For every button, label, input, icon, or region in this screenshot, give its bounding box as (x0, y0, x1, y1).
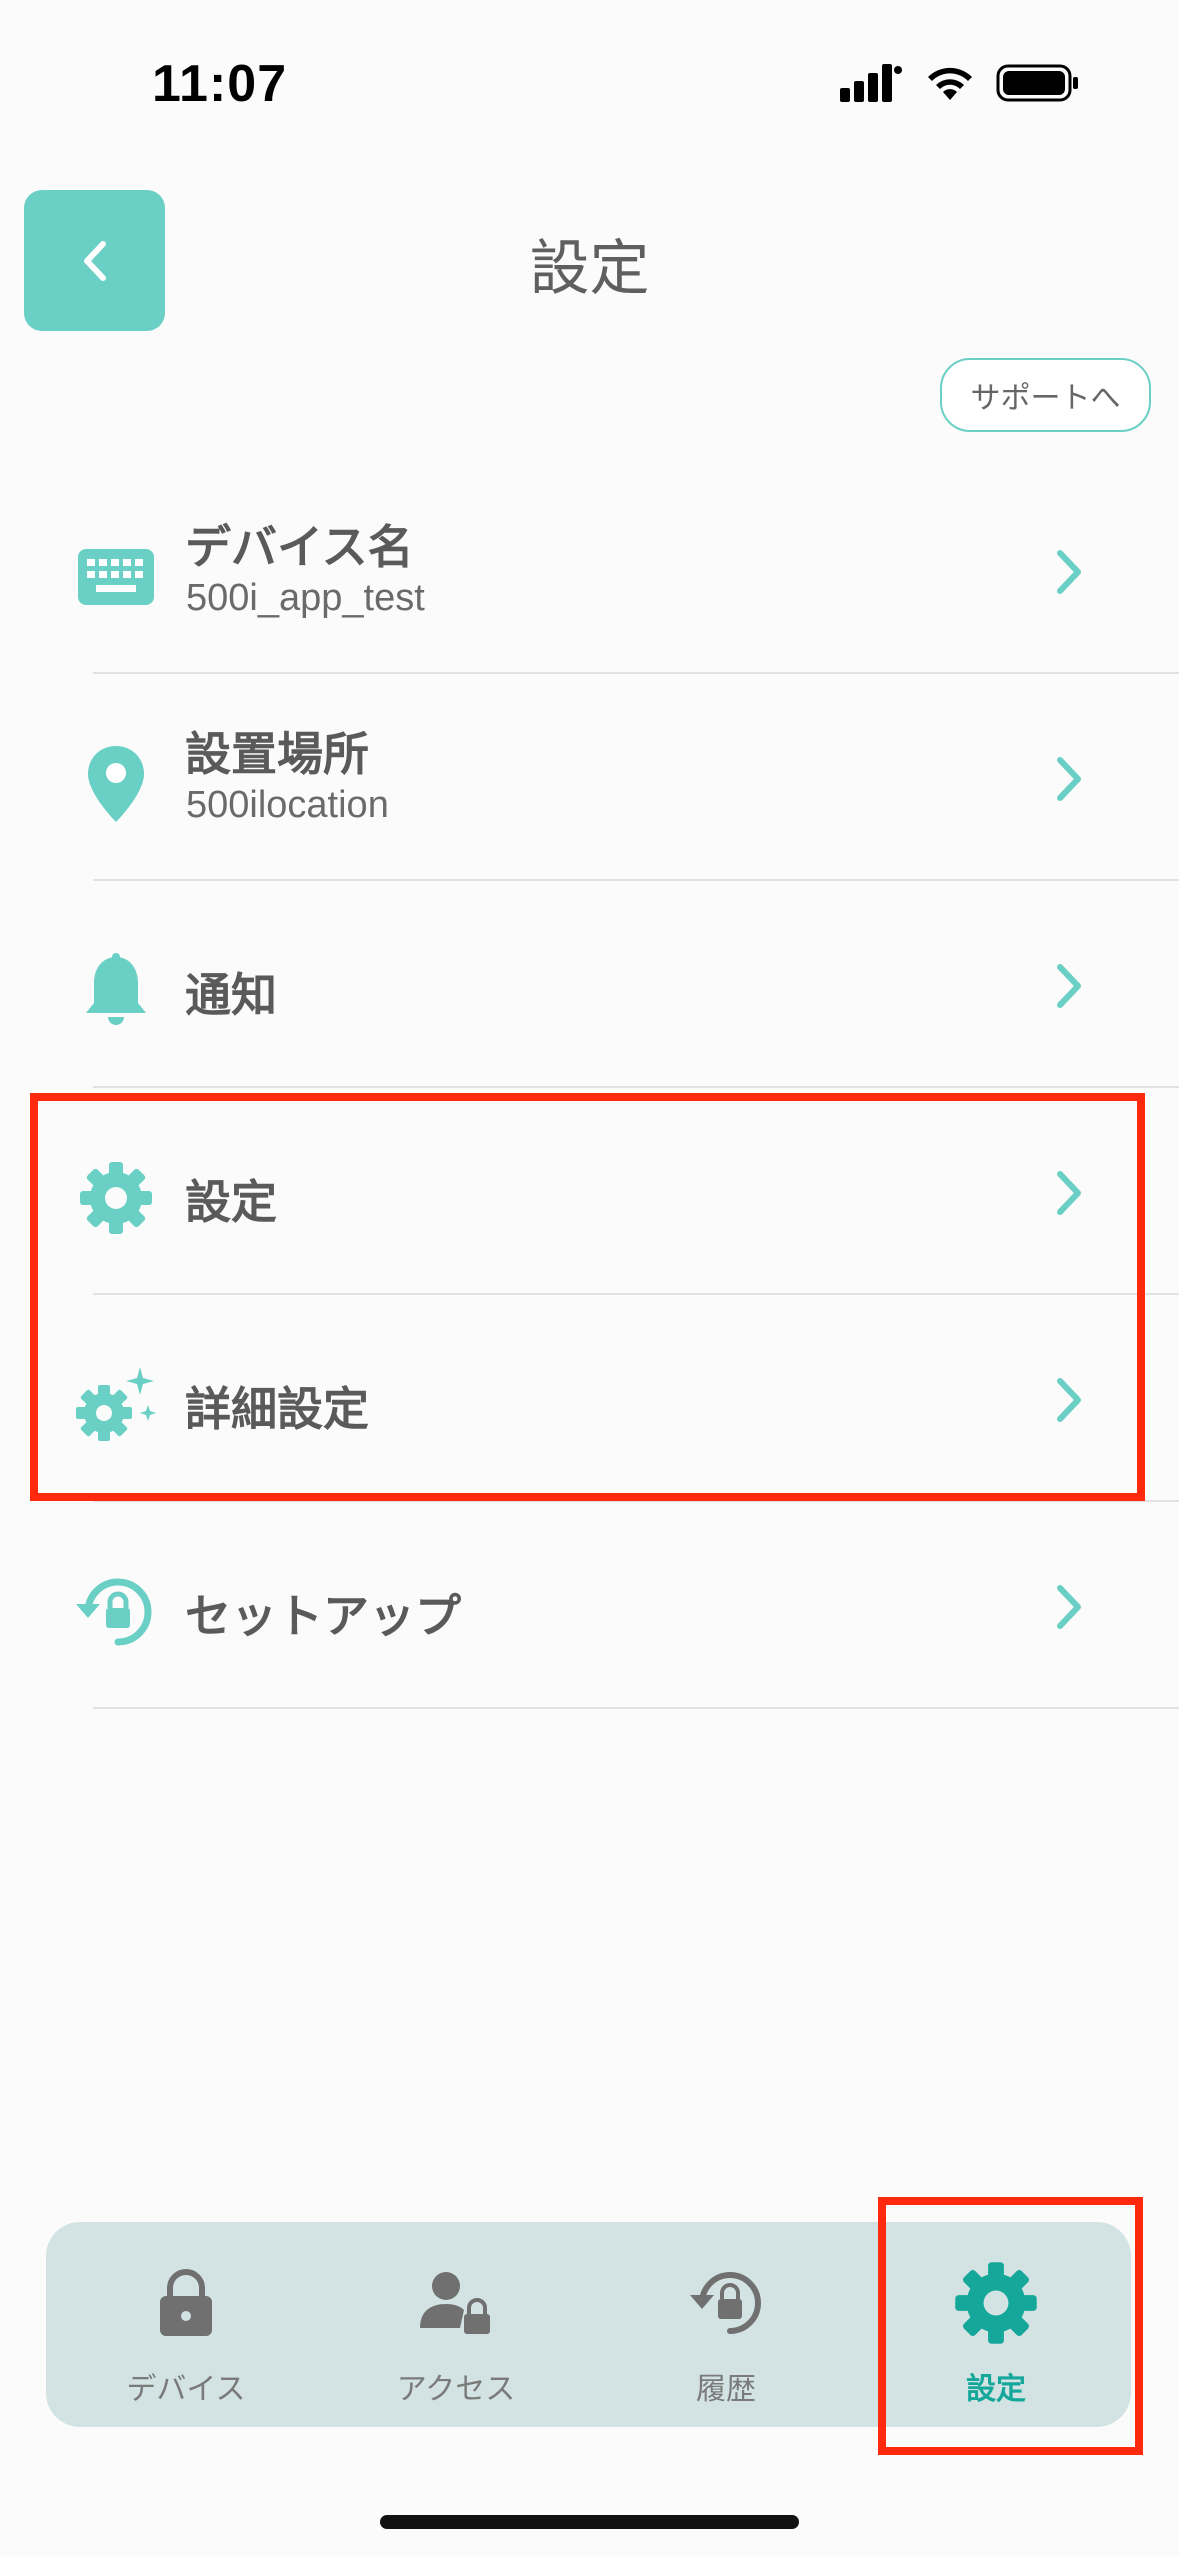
history-lock-icon (681, 2258, 771, 2348)
tab-history[interactable]: 履歴 (591, 2222, 861, 2427)
tab-device[interactable]: デバイス (51, 2222, 321, 2427)
status-time: 11:07 (152, 55, 288, 113)
chevron-right-icon (1057, 757, 1081, 801)
chevron-right-icon (1057, 550, 1081, 594)
user-lock-icon (411, 2258, 501, 2348)
lock-icon (141, 2258, 231, 2348)
support-button[interactable]: サポートへ (940, 358, 1151, 432)
menu-item-notification[interactable]: 通知 (0, 881, 1179, 1088)
setup-lock-icon (74, 1570, 158, 1654)
chevron-right-icon (1057, 1585, 1081, 1629)
menu-title: 通知 (185, 968, 277, 1022)
menu-title: セットアップ (185, 1589, 461, 1643)
menu-title: 設置場所 (185, 727, 369, 781)
divider (93, 1707, 1179, 1709)
bell-icon (74, 949, 158, 1033)
battery-icon (996, 64, 1078, 102)
status-icons (840, 62, 1080, 112)
home-indicator[interactable] (380, 2515, 799, 2529)
signal-icon (840, 64, 902, 102)
menu-title: デバイス名 (185, 520, 414, 574)
location-pin-icon (74, 742, 158, 826)
tab-label: デバイス (126, 2372, 246, 2407)
menu-subtitle: 500ilocation (186, 784, 389, 826)
menu-item-device-name[interactable]: デバイス名 500i_app_test (0, 467, 1179, 674)
wifi-icon (928, 67, 972, 100)
menu-item-location[interactable]: 設置場所 500ilocation (0, 674, 1179, 881)
page-title: 設定 (529, 234, 650, 304)
status-bar: 11:07 (0, 0, 1179, 170)
tab-access[interactable]: アクセス (321, 2222, 591, 2427)
chevron-right-icon (1057, 964, 1081, 1008)
keyboard-icon (74, 535, 158, 619)
menu-subtitle: 500i_app_test (186, 577, 425, 619)
annotation-highlight-box (30, 1093, 1145, 1501)
settings-menu: デバイス名 500i_app_test 設置場所 500ilocation 通知 (0, 467, 1179, 1709)
annotation-highlight-box (878, 2197, 1143, 2455)
menu-item-setup[interactable]: セットアップ (0, 1502, 1179, 1709)
tab-label: 履歴 (696, 2372, 756, 2407)
tab-label: アクセス (396, 2372, 516, 2407)
